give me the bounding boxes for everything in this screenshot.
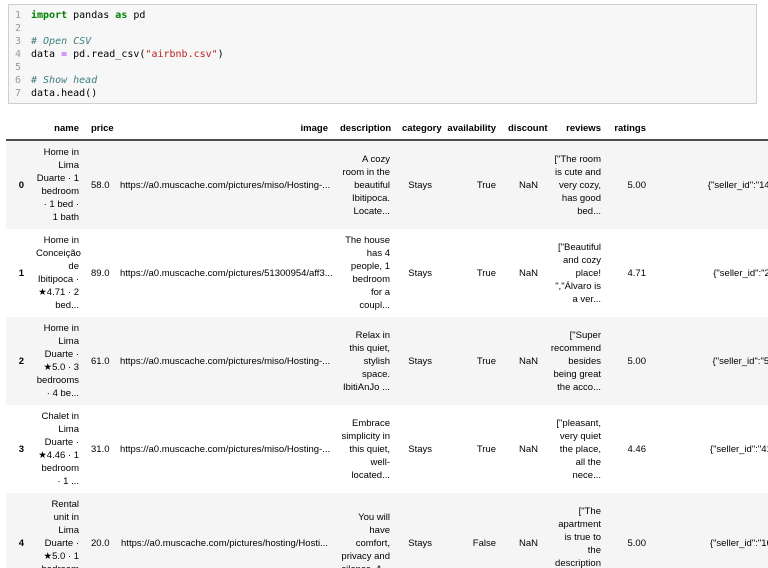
dataframe-output: namepriceimagedescriptioncategoryavailab…	[6, 118, 768, 568]
code-editor[interactable]: 1import pandas as pd2 3# Open CSV4data =…	[9, 9, 756, 100]
table-row: 4Rental unit in Lima Duarte · ★5.0 · 1 b…	[6, 493, 768, 568]
table-cell-image: https://a0.muscache.com/pictures/hosting…	[114, 493, 334, 568]
column-header-price: price	[85, 118, 114, 140]
table-cell-description: A cozy room in the beautiful Ibitipoca. …	[334, 140, 396, 229]
table-cell-name: Home in Conceição de Ibitipoca · ★4.71 ·…	[30, 229, 85, 317]
code-line[interactable]: 4data = pd.read_csv("airbnb.csv")	[9, 48, 756, 61]
table-row: 1Home in Conceição de Ibitipoca · ★4.71 …	[6, 229, 768, 317]
code-text: # Show head	[31, 74, 97, 87]
table-cell-discount: NaN	[502, 229, 544, 317]
code-text	[31, 61, 37, 74]
column-header-image: image	[114, 118, 334, 140]
table-cell-name: Home in Lima Duarte · ★5.0 · 3 bedrooms …	[30, 317, 85, 405]
table-cell-availability: True	[438, 229, 502, 317]
code-line[interactable]: 1import pandas as pd	[9, 9, 756, 22]
line-number: 5	[9, 61, 31, 74]
table-cell-description: You will have comfort, privacy and silen…	[334, 493, 396, 568]
table-cell-seller: {"seller_id":"1481040","url":"https	[652, 140, 768, 229]
table-cell-category: Stays	[396, 317, 438, 405]
line-number: 4	[9, 48, 31, 61]
table-cell-availability: True	[438, 317, 502, 405]
table-cell-ratings: 4.71	[607, 229, 652, 317]
code-text: data = pd.read_csv("airbnb.csv")	[31, 48, 224, 61]
table-cell-category: Stays	[396, 493, 438, 568]
table-cell-availability: True	[438, 140, 502, 229]
table-cell-image: https://a0.muscache.com/pictures/miso/Ho…	[114, 140, 334, 229]
table-cell-reviews: ["pleasant, very quiet the place, all th…	[544, 405, 607, 493]
line-number: 6	[9, 74, 31, 87]
table-cell-description: Embrace simplicity in this quiet, well-l…	[334, 405, 396, 493]
code-line[interactable]: 5	[9, 61, 756, 74]
table-cell-category: Stays	[396, 405, 438, 493]
column-header-discount: discount	[502, 118, 544, 140]
code-line[interactable]: 2	[9, 22, 756, 35]
column-header-index	[6, 118, 30, 140]
table-row: 3Chalet in Lima Duarte · ★4.46 · 1 bedro…	[6, 405, 768, 493]
code-text: data.head()	[31, 87, 97, 100]
table-row: 2Home in Lima Duarte · ★5.0 · 3 bedrooms…	[6, 317, 768, 405]
line-number: 2	[9, 22, 31, 35]
table-cell-price: 89.0	[85, 229, 114, 317]
table-cell-ratings: 4.46	[607, 405, 652, 493]
table-cell-price: 58.0	[85, 140, 114, 229]
code-line[interactable]: 3# Open CSV	[9, 35, 756, 48]
table-cell-image: https://a0.muscache.com/pictures/miso/Ho…	[114, 317, 334, 405]
table-cell-discount: NaN	[502, 317, 544, 405]
column-header-availability: availability	[438, 118, 502, 140]
table-cell-category: Stays	[396, 229, 438, 317]
table-cell-price: 20.0	[85, 493, 114, 568]
table-cell-ratings: 5.00	[607, 140, 652, 229]
table-cell-seller: {"seller_id":"418191044","url":"ht	[652, 405, 768, 493]
row-index: 4	[6, 493, 30, 568]
table-header-row: namepriceimagedescriptioncategoryavailab…	[6, 118, 768, 140]
table-cell-discount: NaN	[502, 140, 544, 229]
table-cell-ratings: 5.00	[607, 317, 652, 405]
column-header-description: description	[334, 118, 396, 140]
code-line[interactable]: 7data.head()	[9, 87, 756, 100]
line-number: 3	[9, 35, 31, 48]
column-header-ratings: ratings	[607, 118, 652, 140]
table-cell-reviews: ["Super recommend besides being great th…	[544, 317, 607, 405]
line-number: 1	[9, 9, 31, 22]
code-line[interactable]: 6# Show head	[9, 74, 756, 87]
table-cell-discount: NaN	[502, 493, 544, 568]
column-header-category: category	[396, 118, 438, 140]
table-cell-discount: NaN	[502, 405, 544, 493]
row-index: 1	[6, 229, 30, 317]
table-cell-reviews: ["The room is cute and very cozy, has go…	[544, 140, 607, 229]
table-cell-description: Relax in this quiet, stylish space. Ibit…	[334, 317, 396, 405]
table-cell-reviews: ["The apartment is true to the descripti…	[544, 493, 607, 568]
table-cell-seller: {"seller_id":"163849595","url":"ht	[652, 493, 768, 568]
dataframe-table: namepriceimagedescriptioncategoryavailab…	[6, 118, 768, 568]
line-number: 7	[9, 87, 31, 100]
row-index: 2	[6, 317, 30, 405]
column-header-seller	[652, 118, 768, 140]
column-header-name: name	[30, 118, 85, 140]
table-cell-image: https://a0.muscache.com/pictures/miso/Ho…	[114, 405, 334, 493]
table-cell-price: 61.0	[85, 317, 114, 405]
table-cell-reviews: ["Beautiful and cozy place! ","Álvaro is…	[544, 229, 607, 317]
code-text: import pandas as pd	[31, 9, 145, 22]
table-cell-name: Rental unit in Lima Duarte · ★5.0 · 1 be…	[30, 493, 85, 568]
code-text: # Open CSV	[31, 35, 91, 48]
table-cell-category: Stays	[396, 140, 438, 229]
table-cell-seller: {"seller_id":"21165970","url":"htt	[652, 229, 768, 317]
table-cell-description: The house has 4 people, 1 bedroom for a …	[334, 229, 396, 317]
table-cell-ratings: 5.00	[607, 493, 652, 568]
table-cell-availability: False	[438, 493, 502, 568]
table-cell-image: https://a0.muscache.com/pictures/5130095…	[114, 229, 334, 317]
dataframe-clip-area: namepriceimagedescriptioncategoryavailab…	[6, 118, 768, 568]
row-index: 0	[6, 140, 30, 229]
table-cell-name: Home in Lima Duarte · 1 bedroom · 1 bed …	[30, 140, 85, 229]
table-cell-price: 31.0	[85, 405, 114, 493]
code-text	[31, 22, 37, 35]
code-cell[interactable]: 1import pandas as pd2 3# Open CSV4data =…	[8, 4, 757, 104]
table-cell-name: Chalet in Lima Duarte · ★4.46 · 1 bedroo…	[30, 405, 85, 493]
table-cell-seller: {"seller_id":"54262408","url":"htt	[652, 317, 768, 405]
column-header-reviews: reviews	[544, 118, 607, 140]
row-index: 3	[6, 405, 30, 493]
table-cell-availability: True	[438, 405, 502, 493]
table-row: 0Home in Lima Duarte · 1 bedroom · 1 bed…	[6, 140, 768, 229]
